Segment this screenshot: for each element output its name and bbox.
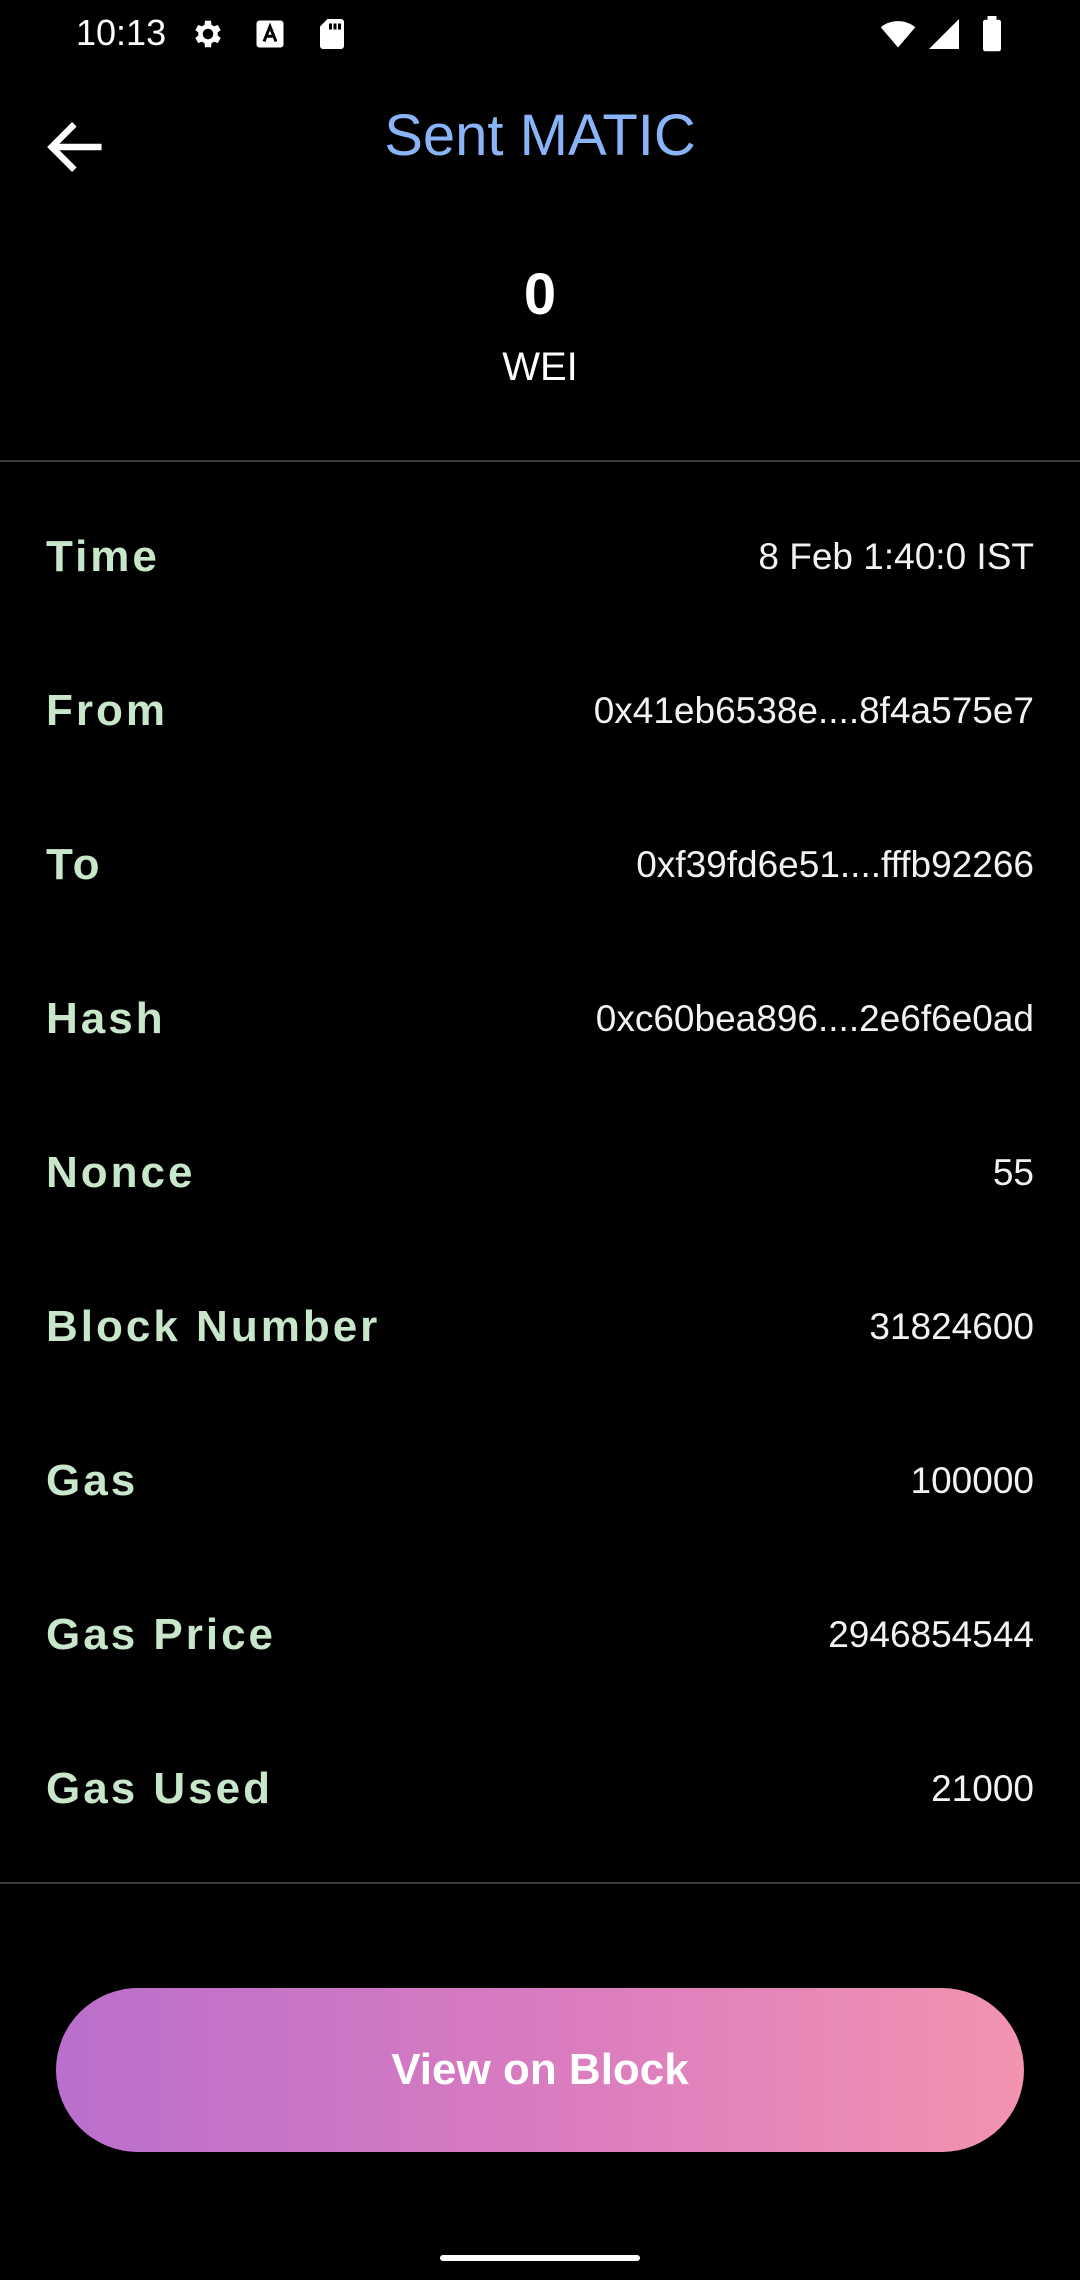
detail-value[interactable]: 0xf39fd6e51....fffb92266 xyxy=(636,844,1034,886)
detail-label: Gas xyxy=(46,1456,139,1505)
app-bar: Sent MATIC xyxy=(0,90,1080,190)
detail-row-hash: Hash 0xc60bea896....2e6f6e0ad xyxy=(0,944,1080,1098)
detail-label: Time xyxy=(46,532,160,581)
detail-label: Gas Used xyxy=(46,1764,273,1813)
amount-value: 0 xyxy=(523,262,557,327)
divider xyxy=(0,460,1080,462)
wifi-icon xyxy=(880,16,916,52)
detail-row-to: To 0xf39fd6e51....fffb92266 xyxy=(0,790,1080,944)
amount-summary: 0 WEI xyxy=(0,258,1080,402)
detail-label: Block Number xyxy=(46,1302,381,1351)
settings-icon xyxy=(190,16,226,52)
divider xyxy=(0,1882,1080,1884)
detail-row-nonce: Nonce 55 xyxy=(0,1098,1080,1252)
amount-unit: WEI xyxy=(502,345,578,389)
detail-label: Hash xyxy=(46,994,166,1043)
transaction-details: Time 8 Feb 1:40:0 IST From 0x41eb6538e..… xyxy=(0,482,1080,1868)
font-icon xyxy=(252,16,288,52)
view-on-block-button[interactable]: View on Block xyxy=(56,1988,1024,2152)
detail-value: 31824600 xyxy=(869,1306,1034,1347)
detail-value: 8 Feb 1:40:0 IST xyxy=(758,536,1034,577)
detail-label: To xyxy=(46,840,103,889)
detail-label: From xyxy=(46,686,168,735)
signal-icon xyxy=(926,16,962,52)
detail-label: Nonce xyxy=(46,1148,196,1197)
detail-value: 55 xyxy=(992,1152,1034,1193)
detail-value: 2946854544 xyxy=(828,1614,1034,1655)
detail-value: 21000 xyxy=(931,1768,1034,1809)
detail-value[interactable]: 0xc60bea896....2e6f6e0ad xyxy=(596,998,1034,1040)
detail-row-block-number: Block Number 31824600 xyxy=(0,1252,1080,1406)
detail-label: Gas Price xyxy=(46,1610,277,1659)
gesture-nav-handle[interactable] xyxy=(440,2255,640,2261)
status-bar: 10:13 xyxy=(0,0,1080,72)
page-title: Sent MATIC xyxy=(384,103,696,168)
detail-row-gas-used: Gas Used 21000 xyxy=(0,1714,1080,1868)
detail-value: 100000 xyxy=(910,1460,1034,1501)
battery-icon xyxy=(978,16,1006,52)
detail-row-from: From 0x41eb6538e....8f4a575e7 xyxy=(0,636,1080,790)
detail-row-gas-price: Gas Price 2946854544 xyxy=(0,1560,1080,1714)
view-on-block-label: View on Block xyxy=(391,2045,689,2094)
status-time: 10:13 xyxy=(76,12,167,53)
detail-value[interactable]: 0x41eb6538e....8f4a575e7 xyxy=(594,690,1034,732)
detail-row-gas: Gas 100000 xyxy=(0,1406,1080,1560)
sd-card-icon xyxy=(314,16,350,52)
detail-row-time: Time 8 Feb 1:40:0 IST xyxy=(0,482,1080,636)
